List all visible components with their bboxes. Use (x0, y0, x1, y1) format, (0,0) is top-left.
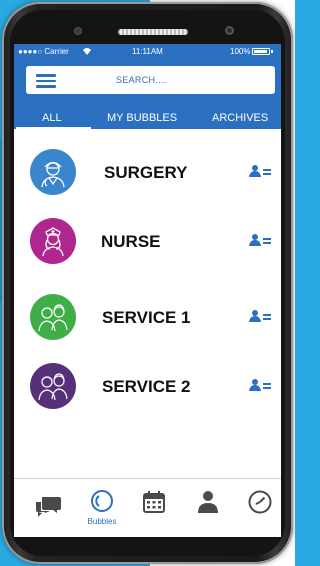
bubble-label: SERVICE 2 (102, 377, 191, 396)
nav-profile[interactable] (188, 489, 228, 529)
nurse-icon (30, 218, 76, 264)
status-bar: ●●●●○ Carrier 11:11AM 100% (14, 47, 281, 59)
tab-my-bubbles[interactable]: MY BUBBLES (107, 112, 177, 124)
profile-icon (198, 491, 218, 513)
clock-icon (248, 490, 272, 514)
app-header: ●●●●○ Carrier 11:11AM 100% SEARCH.... AL… (14, 44, 281, 129)
members-list-icon[interactable] (249, 164, 273, 178)
bubble-row-nurse[interactable]: NURSE (14, 212, 281, 272)
search-input[interactable]: SEARCH.... (116, 75, 167, 85)
staff-pair-icon (30, 363, 76, 409)
front-camera (225, 26, 234, 35)
members-list-icon[interactable] (249, 233, 273, 247)
bubble-label: SERVICE 1 (102, 308, 191, 327)
chat-icon (36, 497, 61, 517)
bubbles-icon (91, 490, 113, 512)
nav-history[interactable] (240, 489, 280, 529)
battery-tip (271, 50, 273, 53)
active-tab-indicator (16, 127, 91, 129)
tab-all[interactable]: ALL (42, 112, 62, 124)
nav-chat[interactable] (28, 489, 68, 529)
bubble-label: SURGERY (104, 163, 188, 182)
bubble-row-service-2[interactable]: SERVICE 2 (14, 357, 281, 417)
battery-percent: 100% (230, 47, 251, 56)
nav-calendar[interactable] (134, 489, 174, 529)
carrier-label: ●●●●○ Carrier (18, 47, 69, 56)
wifi-icon (83, 48, 91, 55)
nav-bubbles[interactable]: Bubbles (82, 489, 122, 529)
bubble-row-surgery[interactable]: SURGERY (14, 143, 281, 203)
staff-pair-icon (30, 294, 76, 340)
members-list-icon[interactable] (249, 378, 273, 392)
battery-icon (252, 48, 270, 55)
tab-archives[interactable]: ARCHIVES (212, 112, 268, 124)
bubble-label: NURSE (101, 232, 161, 251)
calendar-icon (143, 491, 165, 513)
search-bar[interactable]: SEARCH.... (26, 66, 275, 94)
stage: ●●●●○ Carrier 11:11AM 100% SEARCH.... AL… (0, 0, 295, 566)
app-screen: ●●●●○ Carrier 11:11AM 100% SEARCH.... AL… (14, 44, 281, 537)
clock-time: 11:11AM (132, 47, 163, 56)
surgeon-icon (30, 149, 76, 195)
members-list-icon[interactable] (249, 309, 273, 323)
bubble-row-service-1[interactable]: SERVICE 1 (14, 288, 281, 348)
nav-bubbles-label: Bubbles (87, 517, 117, 526)
tab-bar: ALL MY BUBBLES ARCHIVES (14, 110, 281, 129)
bottom-navigation: Bubbles (14, 478, 281, 537)
hamburger-menu-icon[interactable] (36, 74, 56, 88)
front-sensor (74, 27, 82, 35)
speaker-grille (118, 29, 188, 35)
